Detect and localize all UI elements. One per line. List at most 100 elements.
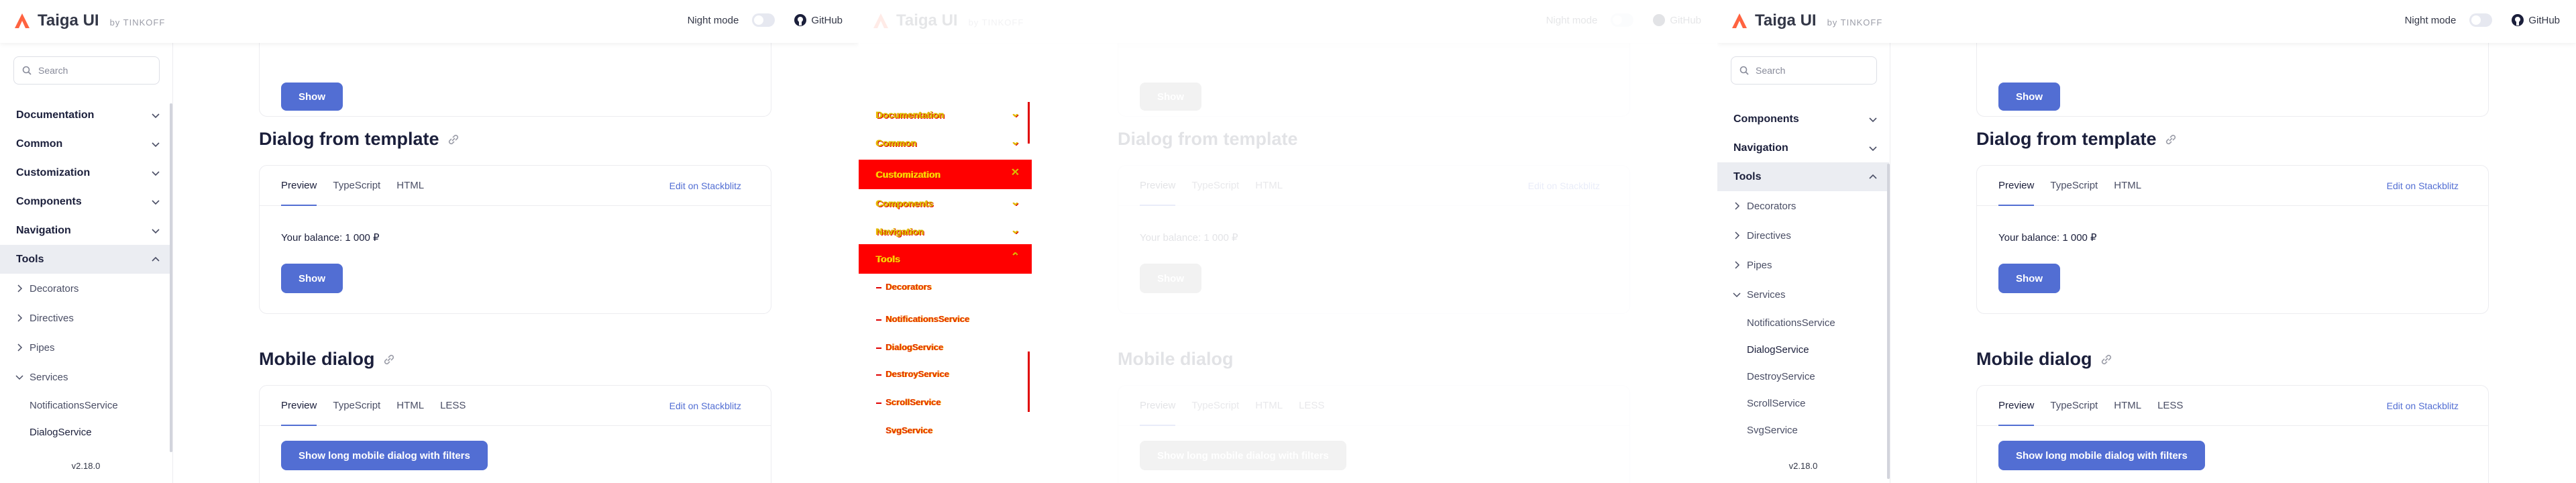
- balance-text: Your balance: 1 000 ₽: [1998, 232, 2097, 244]
- show-mobile-dialog-button[interactable]: Show long mobile dialog with filters: [1998, 441, 2205, 470]
- chevron-down-icon: [152, 113, 160, 119]
- overlay-row-label: Navigation: [876, 226, 924, 237]
- github-icon: [2512, 14, 2524, 26]
- sidebar-item-customization[interactable]: Customization: [0, 158, 172, 187]
- tab-html: HTML: [1255, 180, 1283, 191]
- example-card-dialog-template: Preview TypeScript HTML Edit on Stackbli…: [1118, 165, 1630, 314]
- tab-typescript[interactable]: TypeScript: [333, 166, 380, 206]
- sidebar-leaf-notifications-service[interactable]: NotificationsService: [1717, 309, 1889, 336]
- chevron-down-icon: [152, 142, 160, 148]
- link-icon[interactable]: [446, 132, 461, 147]
- section-title-mobile-dialog: Mobile dialog: [1118, 349, 1234, 370]
- tab-less[interactable]: LESS: [2157, 386, 2183, 426]
- chevron-down-icon: [152, 171, 160, 176]
- tab-html: HTML: [1255, 400, 1283, 411]
- tab-html[interactable]: HTML: [396, 386, 424, 426]
- sidebar-sub-decorators[interactable]: Decorators: [1717, 191, 1889, 221]
- app-header: Taiga UI by TINKOFF Night mode GitHub: [859, 0, 1717, 43]
- sidebar-leaf-dialog-service[interactable]: DialogService: [1717, 336, 1889, 363]
- show-button[interactable]: Show: [281, 83, 343, 111]
- sidebar-sub-directives[interactable]: Directives: [0, 303, 172, 333]
- edit-on-stackblitz-link[interactable]: Edit on Stackblitz: [669, 180, 741, 191]
- sidebar-leaf-scroll-service[interactable]: ScrollService: [1717, 390, 1889, 417]
- sidebar-nav: Components Navigation Tools Decorators D…: [1717, 105, 1889, 443]
- sidebar-item-documentation[interactable]: Documentation: [0, 101, 172, 129]
- balance-text: Your balance: 1 000 ₽: [281, 232, 380, 244]
- github-label: GitHub: [811, 14, 843, 26]
- sidebar-item-components[interactable]: Components: [1717, 105, 1889, 133]
- link-icon[interactable]: [382, 352, 396, 367]
- edit-on-stackblitz-link[interactable]: Edit on Stackblitz: [2387, 400, 2459, 411]
- balance-text: Your balance: 1 000 ₽: [1140, 232, 1238, 244]
- overlay-sub-label: DialogService: [885, 342, 943, 352]
- tab-preview[interactable]: Preview: [1998, 166, 2035, 206]
- sidebar-item-navigation[interactable]: Navigation: [0, 216, 172, 245]
- sidebar-item-common[interactable]: Common: [0, 129, 172, 158]
- sidebar-sub-pipes[interactable]: Pipes: [1717, 250, 1889, 280]
- show-button[interactable]: Show: [281, 264, 343, 293]
- sidebar-scrollbar[interactable]: [170, 103, 172, 452]
- night-mode-toggle: [1611, 13, 1634, 27]
- brand-logo[interactable]: Taiga UI by TINKOFF: [1731, 11, 1882, 30]
- sidebar-item-components[interactable]: Components: [0, 187, 172, 216]
- chevron-down-icon: [152, 200, 160, 205]
- link-icon[interactable]: [2163, 132, 2178, 147]
- sidebar-item-label: Documentation: [16, 109, 95, 121]
- edit-on-stackblitz-link[interactable]: Edit on Stackblitz: [669, 400, 741, 411]
- github-icon: [794, 14, 807, 26]
- tab-less[interactable]: LESS: [440, 386, 466, 426]
- tab-html[interactable]: HTML: [396, 166, 424, 206]
- sidebar-sub-services[interactable]: Services: [0, 362, 172, 392]
- brand-logo[interactable]: Taiga UI by TINKOFF: [13, 11, 165, 30]
- search-input[interactable]: Search: [1731, 56, 1877, 85]
- tab-html[interactable]: HTML: [2114, 166, 2141, 206]
- section-title-text: Mobile dialog: [1118, 349, 1234, 369]
- edit-on-stackblitz-link[interactable]: Edit on Stackblitz: [2387, 180, 2459, 191]
- sidebar-sub-pipes[interactable]: Pipes: [0, 333, 172, 362]
- sidebar-item-navigation[interactable]: Navigation: [1717, 133, 1889, 162]
- night-mode-label: Night mode: [687, 14, 739, 26]
- night-mode-toggle[interactable]: [752, 13, 775, 27]
- overlay-rule: [1028, 352, 1030, 412]
- link-icon[interactable]: [2099, 352, 2114, 367]
- tab-preview[interactable]: Preview: [1998, 386, 2035, 426]
- main-content: Show Dialog from template Preview TypeSc…: [1890, 23, 2576, 483]
- sidebar-item-tools[interactable]: Tools: [0, 245, 172, 274]
- search-placeholder: Search: [38, 65, 68, 76]
- sidebar-leaf-dialog-service[interactable]: DialogService: [0, 419, 172, 445]
- main-content: Show Dialog from template Preview TypeSc…: [1032, 23, 1717, 483]
- tab-typescript[interactable]: TypeScript: [333, 386, 380, 426]
- github-label: GitHub: [2528, 14, 2560, 26]
- sidebar-sub-decorators[interactable]: Decorators: [0, 274, 172, 303]
- version-label: v2.18.0: [1788, 461, 1818, 471]
- show-button[interactable]: Show: [1998, 264, 2060, 293]
- sidebar-item-label: Customization: [16, 166, 91, 178]
- search-input[interactable]: Search: [13, 56, 160, 85]
- overlay-row-label: Common: [876, 138, 917, 148]
- tab-typescript[interactable]: TypeScript: [2050, 386, 2098, 426]
- overlay-sub-label: NotificationsService: [885, 314, 969, 324]
- tab-preview[interactable]: Preview: [281, 166, 317, 206]
- sidebar-item-tools[interactable]: Tools: [1717, 162, 1889, 191]
- tab-typescript[interactable]: TypeScript: [2050, 166, 2098, 206]
- github-link[interactable]: GitHub: [2511, 13, 2560, 27]
- sidebar-leaf-svg-service[interactable]: SvgService: [1717, 417, 1889, 443]
- tab-html[interactable]: HTML: [2114, 386, 2141, 426]
- show-button[interactable]: Show: [1998, 83, 2060, 111]
- sidebar-leaf-destroy-service[interactable]: DestroyService: [1717, 363, 1889, 390]
- brand-by: by TINKOFF: [1827, 17, 1883, 28]
- chevron-down-icon: [1869, 146, 1877, 152]
- night-mode-toggle[interactable]: [2469, 13, 2493, 27]
- search-placeholder: Search: [1756, 65, 1786, 76]
- show-mobile-dialog-button[interactable]: Show long mobile dialog with filters: [281, 441, 488, 470]
- sidebar-sub-services[interactable]: Services: [1717, 280, 1889, 309]
- sidebar-sub-directives[interactable]: Directives: [1717, 221, 1889, 250]
- show-button: Show: [1140, 83, 1201, 111]
- tab-preview[interactable]: Preview: [281, 386, 317, 426]
- section-title-dialog-template: Dialog from template: [1118, 129, 1298, 150]
- sidebar-scrollbar[interactable]: [1887, 164, 1890, 479]
- tab-bar: Preview TypeScript HTML LESS: [1118, 386, 1629, 426]
- overlay-row-label: Customization: [876, 169, 941, 180]
- github-link[interactable]: GitHub: [794, 13, 843, 27]
- sidebar-leaf-notifications-service[interactable]: NotificationsService: [0, 392, 172, 419]
